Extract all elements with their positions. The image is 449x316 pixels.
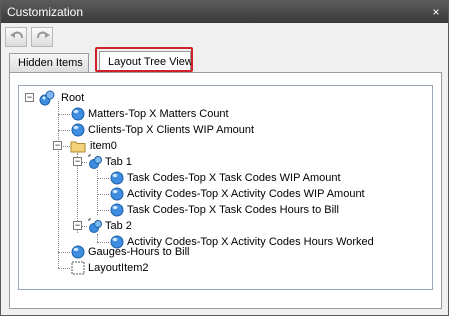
tree-line (58, 114, 70, 115)
tree-node-label: item0 (90, 140, 117, 152)
tree-line (58, 252, 70, 253)
layout-item-icon (110, 203, 124, 217)
tree-node-label: Tab 2 (105, 220, 132, 232)
tree-line (97, 194, 109, 195)
tree-node-label: Clients-Top X Clients WIP Amount (88, 124, 255, 136)
tab-panel: − − − − Root Matters-Top X Matters Count (9, 72, 442, 309)
tree-line (97, 170, 98, 215)
empty-space-icon (71, 261, 85, 275)
tab-group-icon (88, 154, 102, 169)
tree-line (97, 234, 98, 242)
redo-button[interactable] (31, 27, 53, 47)
tree-node-label: Root (61, 92, 85, 104)
tab-layout-tree-view[interactable]: Layout Tree View (99, 51, 193, 73)
tab2-expander[interactable]: − (73, 221, 82, 230)
tree-line (58, 101, 59, 268)
tab-hidden-items[interactable]: Hidden Items (9, 53, 89, 73)
layout-item-icon (71, 107, 85, 121)
layout-item-icon (110, 187, 124, 201)
close-icon[interactable]: × (428, 4, 444, 20)
title-bar: Customization × (1, 1, 448, 23)
tree-node-label: Task Codes-Top X Task Codes WIP Amount (127, 172, 341, 184)
folder-icon (70, 141, 86, 153)
tree-node-label: Matters-Top X Matters Count (88, 108, 229, 120)
root-expander[interactable]: − (25, 93, 34, 102)
tab1-expander[interactable]: − (73, 157, 82, 166)
tree-node-label: Task Codes-Top X Task Codes Hours to Bil… (127, 204, 339, 216)
tree-node-label: Tab 1 (105, 156, 132, 168)
tree-line (97, 210, 109, 211)
group-icon (39, 90, 55, 106)
tree-line (97, 242, 109, 243)
window-title: Customization (7, 5, 84, 19)
tree-node-label: Activity Codes-Top X Activity Codes WIP … (127, 188, 365, 200)
tree-node-label: Gauges-Hours to Bill (88, 246, 190, 258)
undo-icon (10, 31, 23, 39)
undo-button[interactable] (5, 27, 27, 47)
item0-expander[interactable]: − (53, 141, 62, 150)
layout-item-icon (71, 245, 85, 259)
tree-node-label: LayoutItem2 (88, 262, 149, 274)
tab-group-icon (88, 218, 102, 233)
layout-item-icon (110, 171, 124, 185)
customization-window: Customization × Hidden Items Layout Tree… (0, 0, 449, 316)
layout-item-icon (71, 123, 85, 137)
tree-line (58, 130, 70, 131)
tree-line (97, 178, 109, 179)
redo-icon (37, 31, 50, 39)
layout-tree: − − − − Root Matters-Top X Matters Count (18, 85, 433, 290)
tree-line (58, 268, 70, 269)
